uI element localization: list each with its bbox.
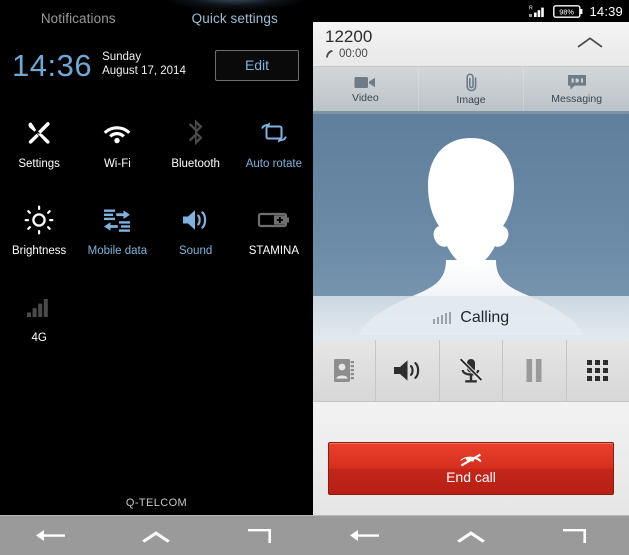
tab-messaging[interactable]: Messaging — [524, 67, 629, 111]
tab-image[interactable]: Image — [419, 67, 525, 111]
quick-settings-panel: Notifications Quick settings 14:36 Sunda… — [0, 0, 313, 555]
tile-bluetooth[interactable]: Bluetooth — [157, 102, 235, 189]
auto-rotate-icon — [252, 114, 296, 152]
tab-notifications[interactable]: Notifications — [0, 11, 157, 26]
tab-video[interactable]: Video — [313, 67, 419, 111]
tile-label: Brightness — [11, 245, 67, 257]
svg-text:R: R — [529, 6, 533, 12]
share-tabs: Video Image Messaging — [313, 67, 629, 114]
nav-back-button[interactable] — [313, 528, 418, 544]
nav-recents-button[interactable] — [209, 527, 313, 545]
call-number: 12200 — [325, 27, 373, 47]
end-call-label: End call — [446, 468, 496, 485]
call-header: 12200 00:00 — [313, 22, 629, 67]
clock-time: 14:36 — [12, 47, 93, 83]
calling-progress-bars-icon — [432, 312, 452, 324]
contacts-book-icon — [334, 359, 355, 382]
tile-label: 4G — [31, 332, 47, 344]
tile-wifi[interactable]: Wi-Fi — [78, 102, 156, 189]
control-speaker[interactable] — [376, 340, 440, 401]
panel-tabs: Notifications Quick settings — [0, 0, 313, 36]
call-duration-row: 00:00 — [325, 48, 372, 60]
tile-label: Mobile data — [87, 245, 148, 257]
status-bar: R 98% 14:39 — [313, 0, 629, 22]
bluetooth-icon — [174, 114, 218, 152]
control-contacts[interactable] — [313, 340, 377, 401]
tab-label: Video — [352, 91, 379, 104]
tab-label: Image — [456, 93, 486, 106]
status-bar-clock: 14:39 — [589, 3, 623, 19]
phone-hangup-icon — [460, 453, 482, 466]
back-arrow-icon — [36, 529, 66, 541]
tile-label: Auto rotate — [245, 158, 302, 170]
message-bubble-icon — [567, 74, 586, 90]
wrench-screwdriver-icon — [17, 114, 61, 152]
clock-date-text: August 17, 2014 — [102, 65, 186, 77]
carrier-name: Q-TELCOM — [125, 497, 188, 509]
tile-mobile-data[interactable]: Mobile data — [78, 189, 156, 276]
paperclip-icon — [465, 72, 476, 91]
control-keypad[interactable] — [567, 340, 629, 401]
pause-icon — [526, 359, 542, 382]
call-controls — [313, 340, 629, 402]
tab-quick-settings[interactable]: Quick settings — [157, 11, 314, 26]
mic-muted-icon — [459, 357, 483, 382]
tile-label: Settings — [18, 158, 60, 170]
call-state-text: Calling — [460, 309, 510, 326]
control-mute[interactable] — [440, 340, 504, 401]
control-hold[interactable] — [503, 340, 567, 401]
tile-settings[interactable]: Settings — [0, 102, 78, 189]
speaker-sound-icon — [174, 201, 218, 239]
in-call-panel: R 98% 14:39 12200 00:00 Video Image Mess… — [313, 0, 629, 555]
tile-label: Bluetooth — [171, 158, 220, 170]
quick-settings-grid: Settings Wi-Fi Bluetooth Auto rotate Bri… — [0, 102, 313, 363]
signal-bars-icon — [17, 288, 61, 326]
tile-label: Wi-Fi — [103, 158, 131, 170]
video-camera-icon — [354, 76, 376, 88]
back-arrow-icon — [349, 529, 379, 541]
nav-back-button[interactable] — [0, 528, 104, 544]
contact-photo: Calling — [313, 114, 629, 340]
edit-button[interactable]: Edit — [215, 49, 299, 81]
tile-4g[interactable]: 4G — [0, 276, 78, 363]
clock-date: Sunday August 17, 2014 — [102, 51, 186, 78]
nav-home-button[interactable] — [418, 528, 523, 544]
speaker-icon — [393, 360, 419, 381]
chevron-up-icon — [456, 530, 485, 543]
end-call-button[interactable]: End call — [328, 441, 614, 495]
tile-stamina[interactable]: STAMINA — [235, 189, 313, 276]
navigation-bar-right — [313, 515, 629, 555]
tile-label: STAMINA — [248, 245, 299, 257]
phone-handset-icon — [326, 49, 333, 58]
tile-auto-rotate[interactable]: Auto rotate — [235, 102, 313, 189]
wifi-icon — [95, 114, 139, 152]
collapse-chevron-icon[interactable] — [577, 36, 603, 54]
brightness-sun-icon — [17, 201, 61, 239]
signal-roaming-icon: R — [529, 4, 547, 18]
battery-plus-icon — [252, 201, 296, 239]
call-duration: 00:00 — [339, 47, 368, 60]
clock-row: 14:36 Sunday August 17, 2014 Edit — [0, 40, 313, 90]
navigation-bar-left — [0, 515, 313, 555]
tile-label: Sound — [178, 245, 213, 257]
recents-icon — [563, 528, 587, 543]
tile-sound[interactable]: Sound — [157, 189, 235, 276]
battery-percent-text: 98% — [560, 7, 575, 16]
tab-label: Messaging — [551, 92, 603, 105]
dialpad-grid-icon — [586, 359, 608, 381]
nav-home-button[interactable] — [104, 528, 208, 544]
screenshot-root: Notifications Quick settings 14:36 Sunda… — [0, 0, 629, 555]
clock-day: Sunday — [102, 51, 142, 64]
mobile-data-icon — [95, 201, 139, 239]
call-state-bar: Calling — [313, 296, 629, 340]
recents-icon — [247, 528, 271, 543]
chevron-up-icon — [142, 530, 171, 543]
tile-brightness[interactable]: Brightness — [0, 189, 78, 276]
nav-recents-button[interactable] — [524, 527, 629, 545]
battery-icon: 98% — [553, 4, 583, 18]
